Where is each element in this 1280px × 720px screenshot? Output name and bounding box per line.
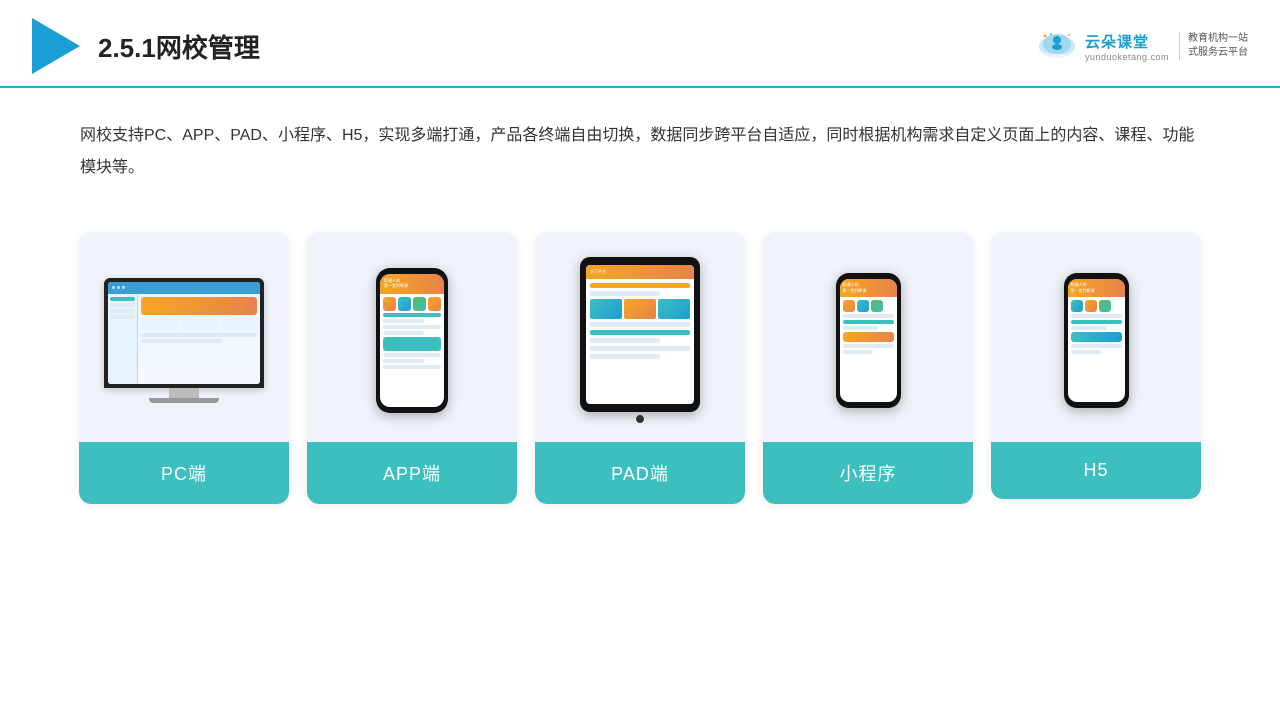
- brand-name: 云朵课堂: [1085, 31, 1149, 52]
- brand-url: yunduoketang.com: [1085, 52, 1169, 62]
- card-h5-image: 职通人的第一堂判断课: [991, 232, 1201, 442]
- logo-triangle-icon: [32, 18, 80, 74]
- card-pc: PC端: [79, 232, 289, 504]
- card-pad-label: PAD端: [535, 442, 745, 504]
- miniprogram-phone-icon: 职通人的第一堂判断课: [836, 273, 901, 408]
- page-title: 2.5.1网校管理: [98, 28, 260, 65]
- card-pad: 学习平台: [535, 232, 745, 504]
- cards-container: PC端 职通人的第一堂判断课: [0, 204, 1280, 524]
- pad-tablet-icon: 学习平台: [580, 257, 700, 423]
- card-h5: 职通人的第一堂判断课: [991, 232, 1201, 499]
- card-pc-image: [79, 232, 289, 442]
- card-miniprogram: 职通人的第一堂判断课: [763, 232, 973, 504]
- card-app: 职通人的第一堂判断课: [307, 232, 517, 504]
- card-pad-image: 学习平台: [535, 232, 745, 442]
- description-text: 网校支持PC、APP、PAD、小程序、H5，实现多端打通，产品各终端自由切换，数…: [0, 88, 1280, 194]
- header: 2.5.1网校管理 云朵课堂 yunduoketang.com: [0, 0, 1280, 88]
- header-right: 云朵课堂 yunduoketang.com 教育机构一站 式服务云平台: [1035, 30, 1248, 62]
- card-miniprogram-label: 小程序: [763, 442, 973, 504]
- card-miniprogram-image: 职通人的第一堂判断课: [763, 232, 973, 442]
- card-pc-label: PC端: [79, 442, 289, 504]
- card-app-image: 职通人的第一堂判断课: [307, 232, 517, 442]
- card-h5-label: H5: [991, 442, 1201, 499]
- card-app-label: APP端: [307, 442, 517, 504]
- cloud-icon: [1035, 30, 1079, 62]
- app-phone-icon: 职通人的第一堂判断课: [376, 268, 448, 413]
- brand-text: 云朵课堂 yunduoketang.com: [1085, 31, 1169, 62]
- pc-device-icon: [104, 278, 264, 403]
- brand-slogan: 教育机构一站 式服务云平台: [1179, 32, 1248, 60]
- cloud-logo: 云朵课堂 yunduoketang.com 教育机构一站 式服务云平台: [1035, 30, 1248, 62]
- header-left: 2.5.1网校管理: [32, 18, 260, 74]
- h5-phone-icon: 职通人的第一堂判断课: [1064, 273, 1129, 408]
